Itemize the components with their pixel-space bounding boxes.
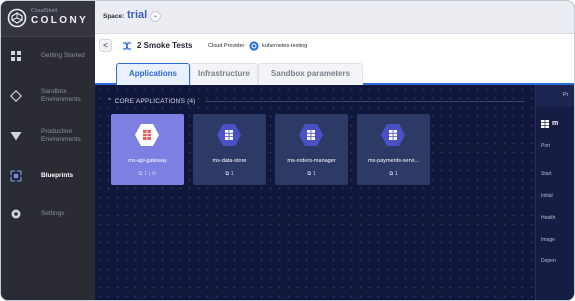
logo-subtitle: CloudShell [31,8,58,14]
panel-tab[interactable]: Pr [536,85,574,107]
app-card-name: ms-orders-manager [287,158,336,164]
app-card-meta: ⧉ 1 [389,171,398,177]
space-label: Space: [103,13,125,20]
panel-field-label: Port [541,143,551,149]
logo-title: COLONY [31,15,89,26]
application-hexagon-icon [299,124,323,146]
sidebar: CloudShell COLONY Getting Started Sandbo… [1,1,95,300]
panel-title: m [552,120,559,127]
application-hexagon-icon [217,124,241,146]
app-details-panel: Pr m Port Start Initial Health Image Dep… [535,85,574,300]
diamond-icon [10,90,22,102]
app-card-meta: ⧉ 1 [307,171,316,177]
app-card-meta: ⧉ 1 | ⚙ [138,171,157,177]
application-hexagon-icon [135,124,159,146]
sidebar-item-blueprints[interactable]: Blueprints [1,159,95,193]
sidebar-item-settings[interactable]: Settings [1,197,95,231]
blueprint-bar: < 2 Smoke Tests Cloud Provider kubernete… [95,34,574,58]
sidebar-item-label: Settings [41,210,65,217]
app-card-ms-orders-manager[interactable]: ms-orders-manager ⧉ 1 [275,114,348,185]
divider [205,101,525,102]
kubernetes-icon [249,40,259,51]
sidebar-item-label: Sandbox Environments [41,88,81,103]
sidebar-item-label: Production Environments [41,128,81,143]
tab-infrastructure[interactable]: Infrastructure [190,63,258,85]
app-card-ms-data-store[interactable]: ms-data-store ⧉ 1 [193,114,266,185]
sidebar-item-sandbox-environments[interactable]: Sandbox Environments [1,79,95,113]
tab-strip: Applications Infrastructure Sandbox para… [95,58,574,85]
app-card-name: ms-payments-servi... [367,158,420,164]
blueprint-icon [10,170,22,182]
back-button[interactable]: < [99,39,112,52]
cloud-provider-value: kubernetes-testing [262,42,308,49]
panel-field-label: Start [541,171,552,177]
chevron-down-icon[interactable]: ⌄ [150,11,161,22]
logo[interactable]: CloudShell COLONY [1,1,95,37]
triangle-down-icon [10,132,22,141]
sidebar-item-label: Getting Started [41,52,85,59]
app-card-ms-payments-service[interactable]: ms-payments-servi... ⧉ 1 [357,114,430,185]
sidebar-item-label: Blueprints [41,172,74,179]
blueprint-name: 2 Smoke Tests [137,41,193,50]
app-card-ms-api-gateway[interactable]: ms-api-gateway ⧉ 1 | ⚙ [111,114,184,185]
cloud-provider-label: Cloud Provider [208,42,245,49]
panel-field-label: Depen [541,258,556,264]
panel-field-label: Health [541,215,556,221]
blueprint-shuffle-icon [123,42,131,50]
panel-field-label: Initial [541,193,553,199]
gear-icon [11,209,21,219]
app-card-name: ms-data-store [212,158,247,164]
grid-icon [11,51,21,61]
applications-canvas[interactable]: ⌃ CORE APPLICATIONS (4) ms-api-gateway ⧉… [95,85,535,300]
app-card-name: ms-api-gateway [128,158,167,164]
application-hexagon-icon [381,124,405,146]
tab-applications[interactable]: Applications [116,63,190,85]
space-selector-value[interactable]: trial [127,9,147,21]
database-icon [541,120,549,128]
section-title[interactable]: ⌃ CORE APPLICATIONS (4) [107,97,196,105]
panel-field-label: Image [541,237,555,243]
top-bar: Space: trial ⌄ [95,1,574,34]
app-card-meta: ⧉ 1 [225,171,234,177]
sidebar-item-production-environments[interactable]: Production Environments [1,119,95,153]
app-window: CloudShell COLONY Getting Started Sandbo… [1,1,574,300]
panel-tab-label: Pr [563,92,569,98]
tab-sandbox-parameters[interactable]: Sandbox parameters [258,63,363,85]
colony-logo-icon [7,8,27,28]
sidebar-item-getting-started[interactable]: Getting Started [1,39,95,73]
